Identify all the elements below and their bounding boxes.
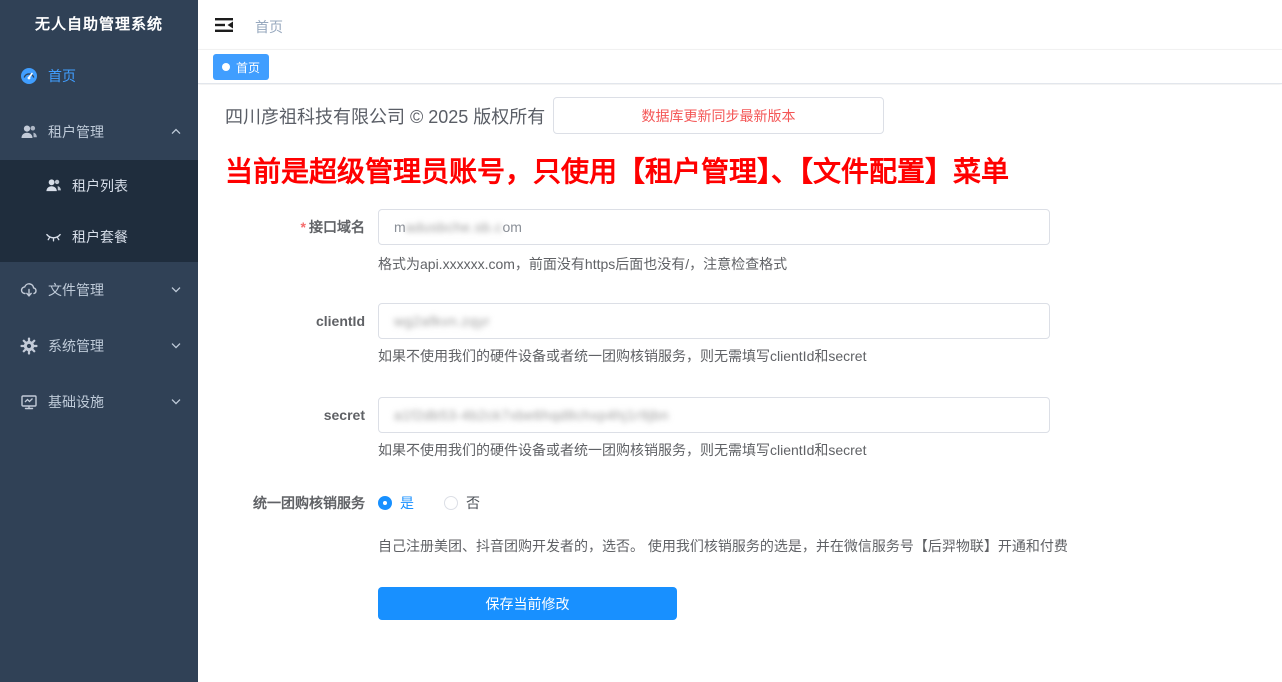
sidebar-item-label: 租户管理 <box>48 122 104 142</box>
tag-home[interactable]: 首页 <box>213 54 269 80</box>
radio-selected-icon[interactable] <box>378 496 392 510</box>
db-sync-button[interactable]: 数据库更新同步最新版本 <box>553 97 884 134</box>
secret-label: secret <box>205 397 365 433</box>
dashboard-icon <box>20 67 38 85</box>
api-domain-value-prefix: m <box>394 219 406 235</box>
hamburger-menu-icon[interactable] <box>213 14 235 36</box>
users-icon <box>44 177 62 195</box>
client-id-help: 如果不使用我们的硬件设备或者统一团购核销服务，则无需填写clientId和sec… <box>378 346 866 366</box>
sidebar-item-label: 系统管理 <box>48 336 104 356</box>
chevron-down-icon <box>171 341 180 350</box>
group-verify-help: 自己注册美团、抖音团购开发者的，选否。 使用我们核销服务的选是，并在微信服务号【… <box>378 536 1068 556</box>
sidebar-item-tenant-list[interactable]: 租户列表 <box>0 160 198 211</box>
chevron-up-icon <box>171 127 180 136</box>
radio-yes[interactable]: 是 <box>378 493 414 513</box>
radio-no[interactable]: 否 <box>444 493 480 513</box>
users-icon <box>20 123 38 141</box>
sidebar-item-system-mgmt[interactable]: 系统管理 <box>0 318 198 374</box>
api-domain-value-suffix: om <box>502 219 521 235</box>
chevron-down-icon <box>171 285 180 294</box>
api-domain-label: *接口域名 <box>205 209 365 245</box>
main-content: 四川彦祖科技有限公司 © 2025 版权所有 数据库更新同步最新版本 当前是超级… <box>198 85 1282 682</box>
monitor-icon <box>20 393 38 411</box>
app-title: 无人自助管理系统 <box>0 0 198 50</box>
sidebar-item-label: 租户列表 <box>72 176 128 196</box>
client-id-label: clientId <box>205 303 365 339</box>
sidebar-item-label: 首页 <box>48 66 76 86</box>
eye-closed-icon <box>44 228 62 246</box>
tags-view-bar: 首页 <box>198 50 1282 84</box>
sidebar-item-infrastructure[interactable]: 基础设施 <box>0 374 198 430</box>
app-window: 无人自助管理系统 首页 <box>0 0 1282 682</box>
client-id-input[interactable]: wg2afkvn.zqyr <box>378 303 1050 339</box>
secret-help: 如果不使用我们的硬件设备或者统一团购核销服务，则无需填写clientId和sec… <box>378 440 866 460</box>
sidebar-item-label: 文件管理 <box>48 280 104 300</box>
client-id-value-masked: wg2afkvn.zqyr <box>394 313 490 329</box>
breadcrumb[interactable]: 首页 <box>255 17 283 37</box>
group-verify-radio-group: 是 否 <box>378 493 510 513</box>
radio-unselected-icon[interactable] <box>444 496 458 510</box>
sidebar-submenu-tenant: 租户列表 租户套餐 <box>0 160 198 262</box>
sidebar-item-label: 基础设施 <box>48 392 104 412</box>
cloud-download-icon <box>20 281 38 299</box>
sidebar-item-home[interactable]: 首页 <box>0 48 198 104</box>
save-button[interactable]: 保存当前修改 <box>378 587 677 620</box>
chevron-down-icon <box>171 397 180 406</box>
sidebar-item-tenant-mgmt[interactable]: 租户管理 <box>0 104 198 160</box>
secret-value-masked: a1f2db53-4b2ck7xbe6hqd8chxp4hj1r9jbn <box>394 407 669 423</box>
api-domain-input[interactable]: madusbche.sb.com <box>378 209 1050 245</box>
top-navbar: 首页 <box>198 0 1282 50</box>
sidebar-item-file-mgmt[interactable]: 文件管理 <box>0 262 198 318</box>
api-domain-help: 格式为api.xxxxxx.com，前面没有https后面也没有/，注意检查格式 <box>378 254 787 274</box>
tag-label: 首页 <box>236 59 260 76</box>
sidebar-menu: 首页 租户管理 <box>0 48 198 430</box>
sidebar: 无人自助管理系统 首页 <box>0 0 198 682</box>
gear-icon <box>20 337 38 355</box>
super-admin-warning: 当前是超级管理员账号，只使用【租户管理】、【文件配置】菜单 <box>225 150 1009 190</box>
required-asterisk: * <box>301 219 306 235</box>
group-verify-label: 统一团购核销服务 <box>205 493 365 513</box>
active-tag-dot <box>222 63 230 71</box>
radio-no-label: 否 <box>466 493 480 513</box>
api-domain-value-masked: adusbche.sb.c <box>406 219 503 235</box>
radio-yes-label: 是 <box>400 493 414 513</box>
copyright-text: 四川彦祖科技有限公司 © 2025 版权所有 <box>225 103 545 129</box>
sidebar-item-tenant-package[interactable]: 租户套餐 <box>0 211 198 262</box>
secret-input[interactable]: a1f2db53-4b2ck7xbe6hqd8chxp4hj1r9jbn <box>378 397 1050 433</box>
sidebar-item-label: 租户套餐 <box>72 227 128 247</box>
